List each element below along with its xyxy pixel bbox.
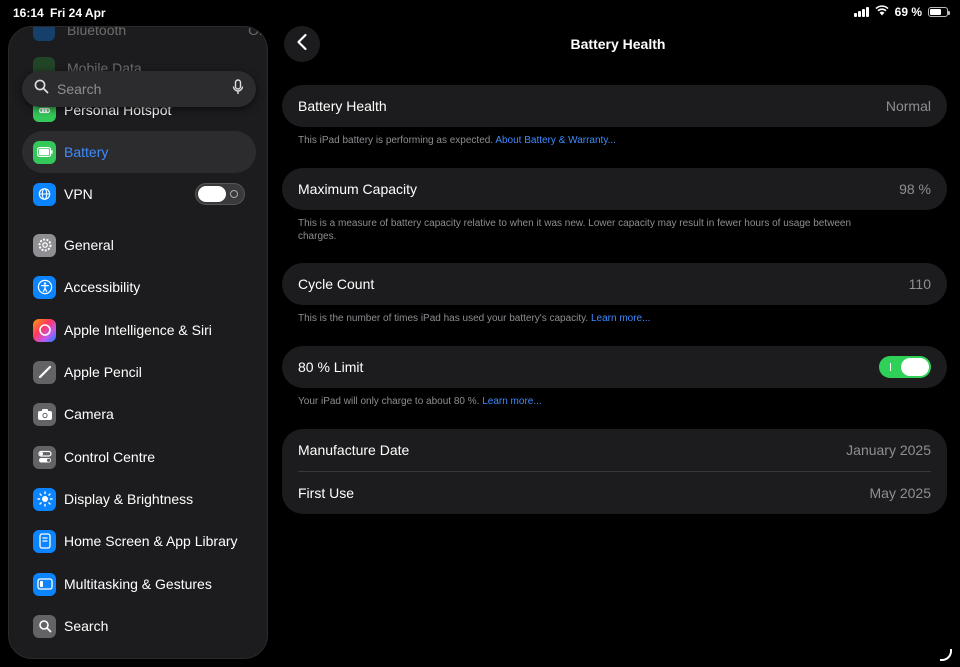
cellular-signal-icon bbox=[853, 7, 869, 17]
sidebar-item-label: Bluetooth bbox=[67, 26, 127, 38]
toggle-knob bbox=[198, 186, 226, 202]
status-indicators: 69 % bbox=[853, 5, 950, 19]
camera-icon bbox=[33, 402, 56, 426]
row-label: Cycle Count bbox=[298, 276, 375, 292]
row-value: May 2025 bbox=[869, 485, 931, 501]
sidebar-item-label: Apple Intelligence & Siri bbox=[64, 322, 212, 338]
sidebar-item-label: VPN bbox=[64, 186, 93, 202]
row-label: 80 % Limit bbox=[298, 359, 364, 375]
globe-icon bbox=[33, 182, 56, 206]
toggle-off-indicator-icon bbox=[230, 190, 238, 198]
maximum-capacity-footer: This is a measure of battery capacity re… bbox=[298, 217, 878, 243]
sidebar-item-display-brightness[interactable]: Display & Brightness bbox=[22, 478, 256, 520]
settings-sidebar: Bluetooth On Mobile Data Personal Hotspo… bbox=[8, 26, 268, 659]
limit-card: 80 % Limit bbox=[282, 346, 947, 388]
row-value: Normal bbox=[885, 98, 931, 114]
about-battery-warranty-link[interactable]: About Battery & Warranty... bbox=[495, 135, 616, 146]
sidebar-item-camera[interactable]: Camera bbox=[22, 393, 256, 435]
sidebar-item-label: Search bbox=[64, 618, 109, 634]
row-label: Battery Health bbox=[298, 98, 387, 114]
cycle-count-card: Cycle Count 110 bbox=[282, 263, 947, 305]
sidebar-item-bluetooth[interactable]: Bluetooth On bbox=[33, 26, 267, 41]
learn-more-link[interactable]: Learn more... bbox=[591, 313, 650, 324]
chevron-left-icon bbox=[296, 33, 308, 56]
status-bar: 16:14 Fri 24 Apr 69 % bbox=[0, 0, 960, 26]
sidebar-item-search[interactable]: Search bbox=[22, 605, 256, 647]
learn-more-link[interactable]: Learn more... bbox=[482, 396, 541, 407]
sidebar-item-label: General bbox=[64, 237, 114, 253]
maximum-capacity-row: Maximum Capacity 98 % bbox=[282, 168, 947, 210]
dates-card: Manufacture Date January 2025 First Use … bbox=[282, 429, 947, 514]
search-placeholder: Search bbox=[57, 81, 102, 97]
row-label: First Use bbox=[298, 485, 354, 501]
limit-footer: Your iPad will only charge to about 80 %… bbox=[298, 395, 898, 408]
maximum-capacity-card: Maximum Capacity 98 % bbox=[282, 168, 947, 210]
footer-text: This is the number of times iPad has use… bbox=[298, 313, 589, 324]
sidebar-item-battery[interactable]: Battery bbox=[22, 131, 256, 173]
battery-health-card: Battery Health Normal bbox=[282, 85, 947, 127]
cycle-count-row: Cycle Count 110 bbox=[282, 263, 947, 305]
sidebar-item-label: Display & Brightness bbox=[64, 491, 194, 507]
cycle-count-footer: This is the number of times iPad has use… bbox=[298, 312, 898, 325]
manufacture-date-row: Manufacture Date January 2025 bbox=[282, 429, 947, 471]
footer-text: Your iPad will only charge to about 80 %… bbox=[298, 396, 480, 407]
sidebar-item-label: Control Centre bbox=[64, 449, 156, 465]
sidebar-item-multitasking-gestures[interactable]: Multitasking & Gestures bbox=[22, 563, 256, 605]
status-time: 16:14 bbox=[13, 6, 44, 20]
row-label: Maximum Capacity bbox=[298, 181, 418, 197]
footer-text: This is a measure of battery capacity re… bbox=[298, 218, 852, 242]
sidebar-item-label: Home Screen & App Library bbox=[64, 533, 238, 549]
sidebar-item-value: On bbox=[248, 26, 267, 38]
sidebar-item-label: Multitasking & Gestures bbox=[64, 576, 212, 592]
row-label: Manufacture Date bbox=[298, 442, 410, 458]
back-button[interactable] bbox=[284, 26, 320, 62]
page-title: Battery Health bbox=[570, 36, 666, 52]
sidebar-item-general[interactable]: General bbox=[22, 224, 256, 266]
sidebar-item-partial[interactable] bbox=[22, 651, 256, 658]
pencil-icon bbox=[33, 360, 56, 384]
sidebar-item-control-centre[interactable]: Control Centre bbox=[22, 436, 256, 478]
battery-percentage: 69 % bbox=[894, 5, 922, 19]
battery-icon bbox=[33, 140, 56, 164]
limit-toggle[interactable] bbox=[879, 356, 931, 378]
battery-status-icon bbox=[928, 7, 950, 17]
gear-icon bbox=[33, 233, 56, 257]
vpn-toggle[interactable] bbox=[195, 183, 245, 205]
sidebar-item-apple-pencil[interactable]: Apple Pencil bbox=[22, 351, 256, 393]
row-value: 98 % bbox=[899, 181, 931, 197]
sidebar-item-vpn[interactable]: VPN bbox=[22, 173, 256, 215]
sidebar-item-accessibility[interactable]: Accessibility bbox=[22, 266, 256, 308]
wifi-icon bbox=[875, 5, 889, 19]
toggle-knob bbox=[901, 358, 929, 376]
microphone-icon[interactable] bbox=[232, 78, 244, 100]
sidebar-item-label: Apple Pencil bbox=[64, 364, 142, 380]
sidebar-item-apple-intelligence-siri[interactable]: Apple Intelligence & Siri bbox=[22, 309, 256, 351]
siri-icon bbox=[33, 318, 56, 342]
search-icon bbox=[33, 614, 56, 638]
toggle-on-indicator-icon bbox=[890, 363, 891, 371]
search-input[interactable]: Search bbox=[22, 71, 256, 107]
sidebar-item-label: Battery bbox=[64, 144, 109, 160]
corner-indicator-icon bbox=[940, 649, 952, 661]
battery-health-row: Battery Health Normal bbox=[282, 85, 947, 127]
sun-icon bbox=[33, 487, 56, 511]
battery-health-footer: This iPad battery is performing as expec… bbox=[298, 134, 898, 147]
bluetooth-icon bbox=[33, 27, 55, 41]
sidebar-item-label: Camera bbox=[64, 406, 114, 422]
accessibility-icon bbox=[33, 275, 56, 299]
row-value: 110 bbox=[908, 276, 931, 292]
sidebar-item-label: Accessibility bbox=[64, 279, 141, 295]
sidebar-item-home-screen-app-library[interactable]: Home Screen & App Library bbox=[22, 520, 256, 562]
limit-row: 80 % Limit bbox=[282, 346, 947, 388]
search-icon bbox=[34, 79, 49, 99]
row-value: January 2025 bbox=[846, 442, 931, 458]
footer-text: This iPad battery is performing as expec… bbox=[298, 135, 494, 146]
toggles-icon bbox=[33, 445, 56, 469]
status-date: Fri 24 Apr bbox=[50, 6, 106, 20]
first-use-row: First Use May 2025 bbox=[282, 472, 947, 514]
multitasking-icon bbox=[33, 572, 56, 596]
home-screen-icon bbox=[33, 529, 56, 553]
